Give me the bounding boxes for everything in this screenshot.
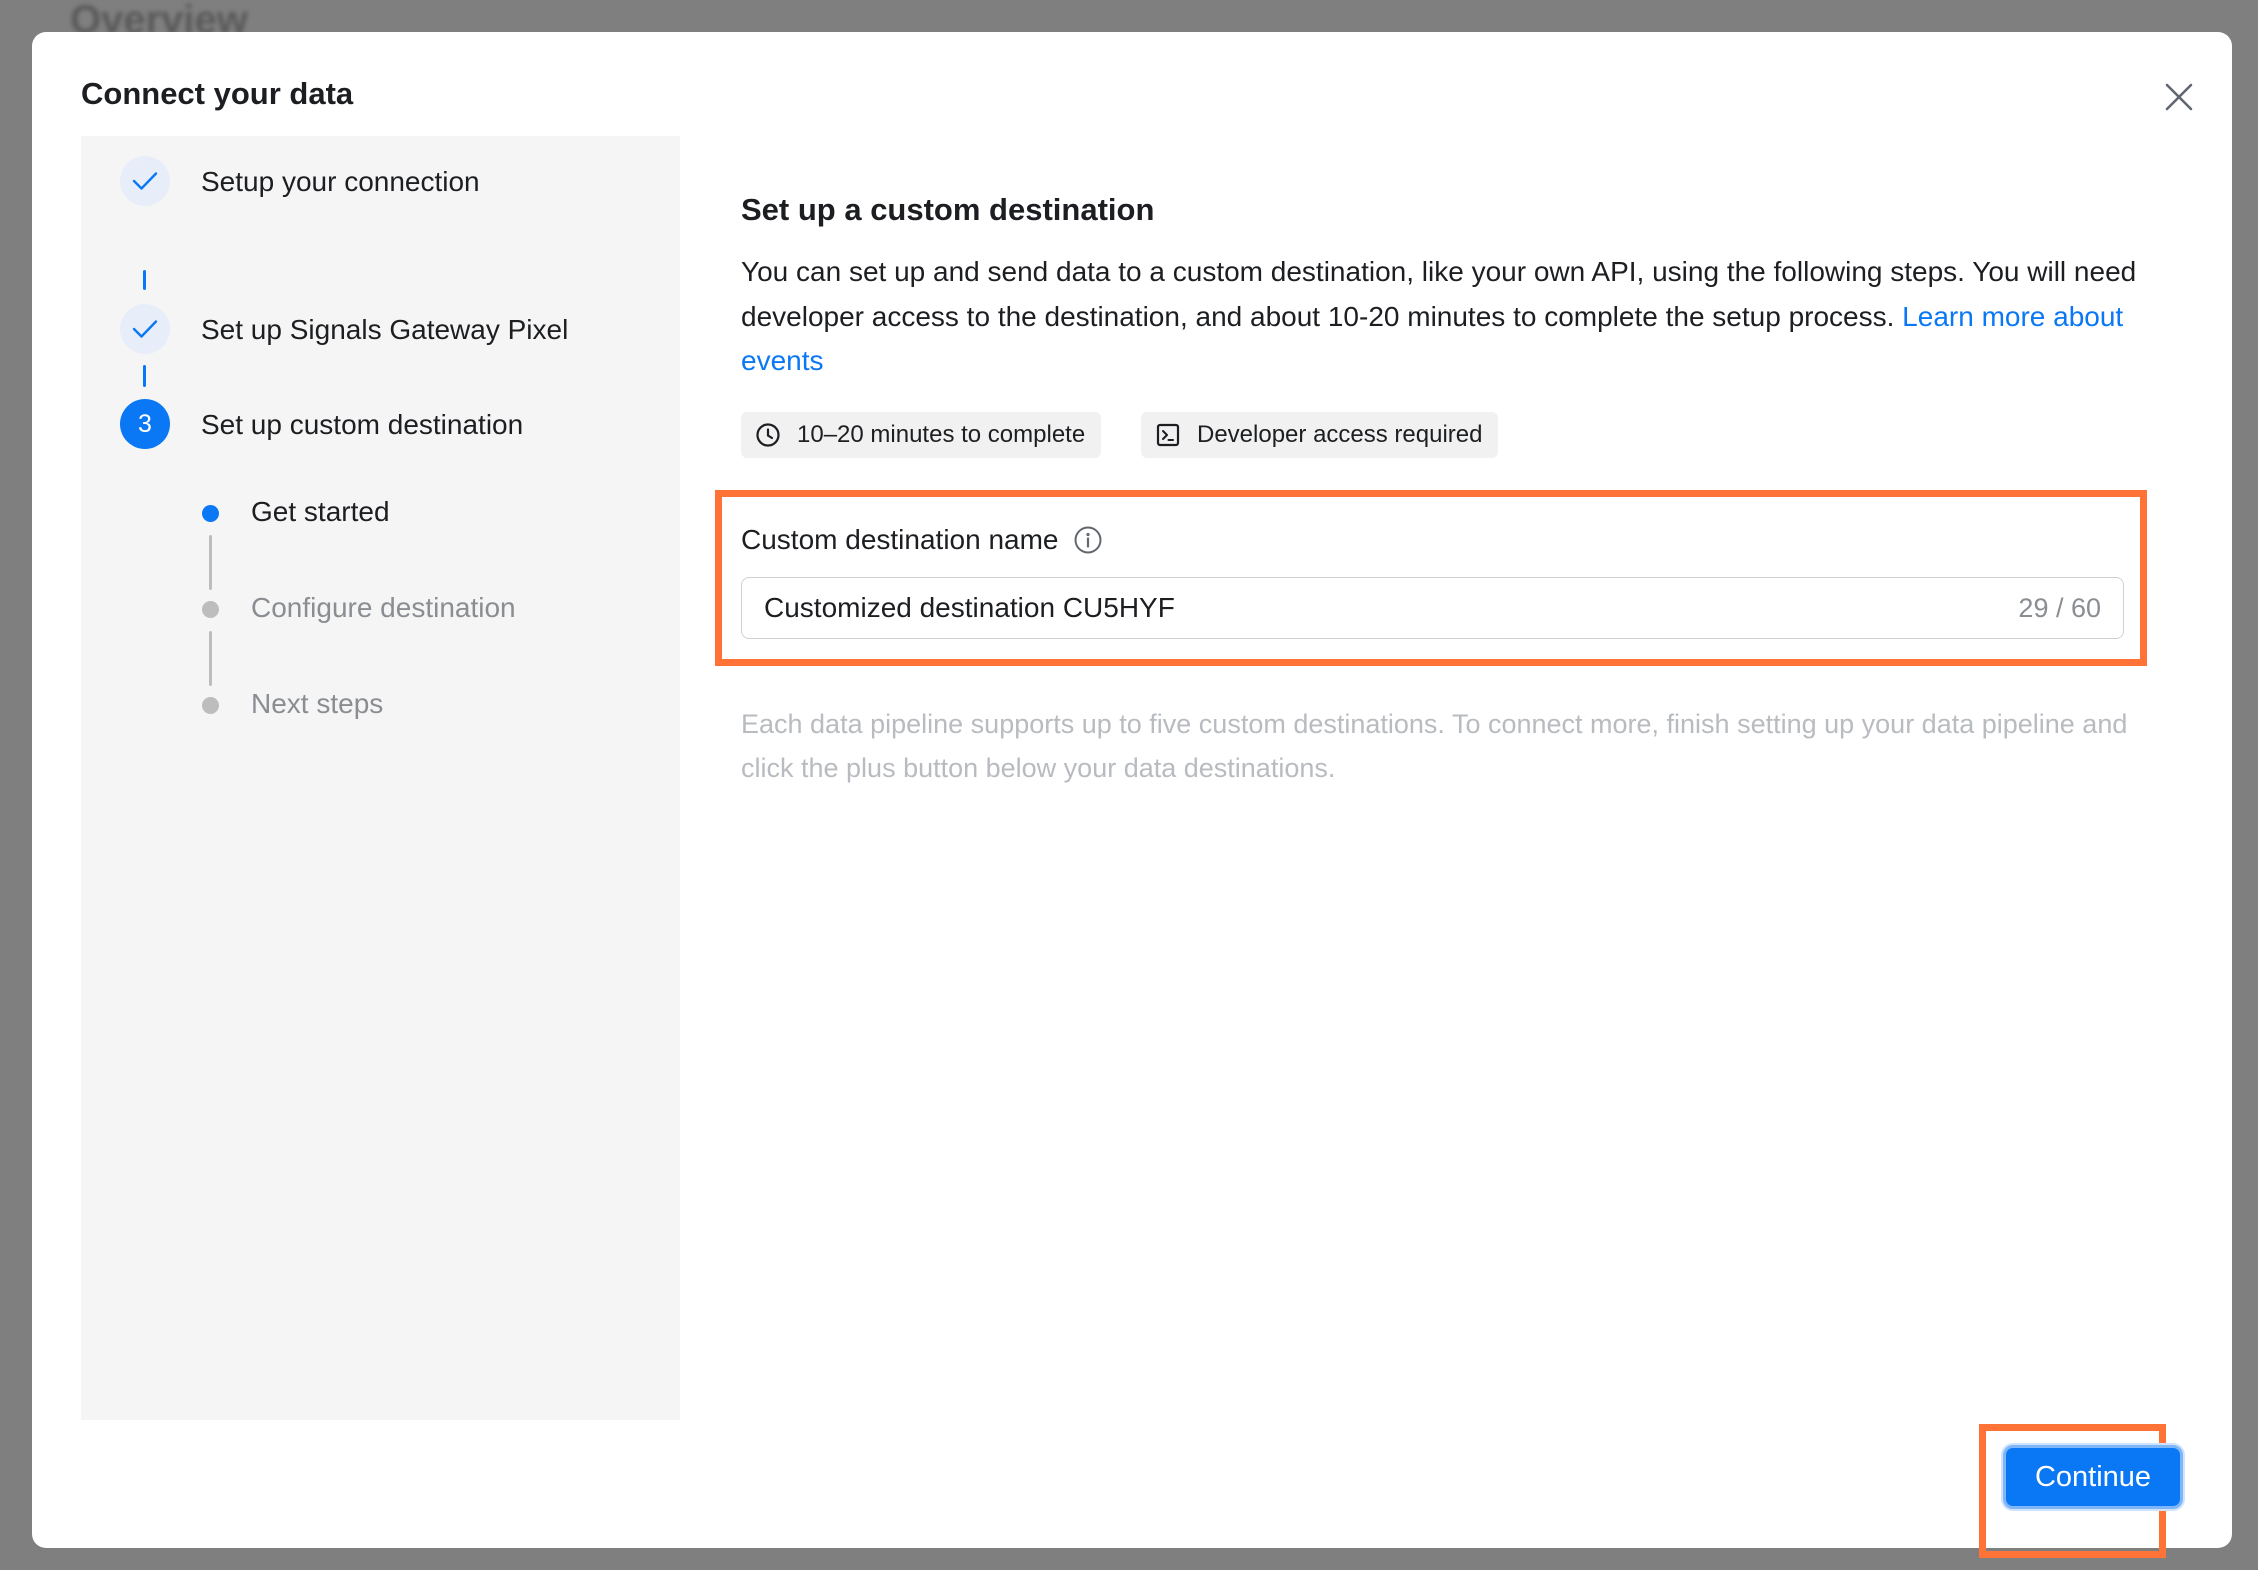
continue-button[interactable]: Continue [2003,1445,2183,1509]
step-label: Set up custom destination [201,409,524,440]
substep-configure-destination[interactable]: Configure destination [251,592,516,624]
info-icon[interactable] [1073,525,1103,555]
step-connector [143,365,146,387]
developer-access-tag: Developer access required [1141,412,1499,458]
destination-name-input[interactable] [764,578,1964,638]
step-complete-indicator [120,304,170,354]
step-connector [143,270,146,290]
substep-pending-dot [202,601,219,618]
step-custom-destination[interactable]: 3 Set up custom destination [81,399,641,449]
step-label: Set up Signals Gateway Pixel [201,314,569,345]
checkmark-icon [132,172,158,190]
tag-label: Developer access required [1197,421,1483,448]
step-signals-gateway-pixel[interactable]: Set up Signals Gateway Pixel [81,304,641,354]
connect-data-dialog: Connect your data Setup your connection … [32,32,2232,1558]
section-description: You can set up and send data to a custom… [741,250,2161,384]
clock-icon [756,423,780,447]
substep-active-dot [202,505,219,522]
destination-name-field[interactable]: 29 / 60 [741,577,2124,639]
step-setup-connection[interactable]: Setup your connection [81,156,641,206]
terminal-icon [1156,423,1180,447]
character-counter: 29 / 60 [2018,593,2101,623]
close-button[interactable] [2154,72,2204,122]
stepper-sidebar: Setup your connection Set up Signals Gat… [81,136,680,1420]
checkmark-icon [132,320,158,338]
substep-connector [209,631,212,686]
substep-get-started[interactable]: Get started [251,496,390,528]
substep-connector [209,535,212,590]
step-number-badge: 3 [120,399,170,449]
dialog-title: Connect your data [81,76,354,111]
section-title: Set up a custom destination [741,192,1155,227]
step-label: Setup your connection [201,166,480,197]
step-complete-indicator [120,156,170,206]
substep-pending-dot [202,697,219,714]
helper-text: Each data pipeline supports up to five c… [741,709,2128,783]
substep-next-steps[interactable]: Next steps [251,688,383,720]
close-icon [2165,83,2193,111]
destination-name-label: Custom destination name [741,524,1103,556]
tag-label: 10–20 minutes to complete [797,421,1086,448]
field-label-text: Custom destination name [741,524,1059,555]
duration-tag: 10–20 minutes to complete [741,412,1102,458]
